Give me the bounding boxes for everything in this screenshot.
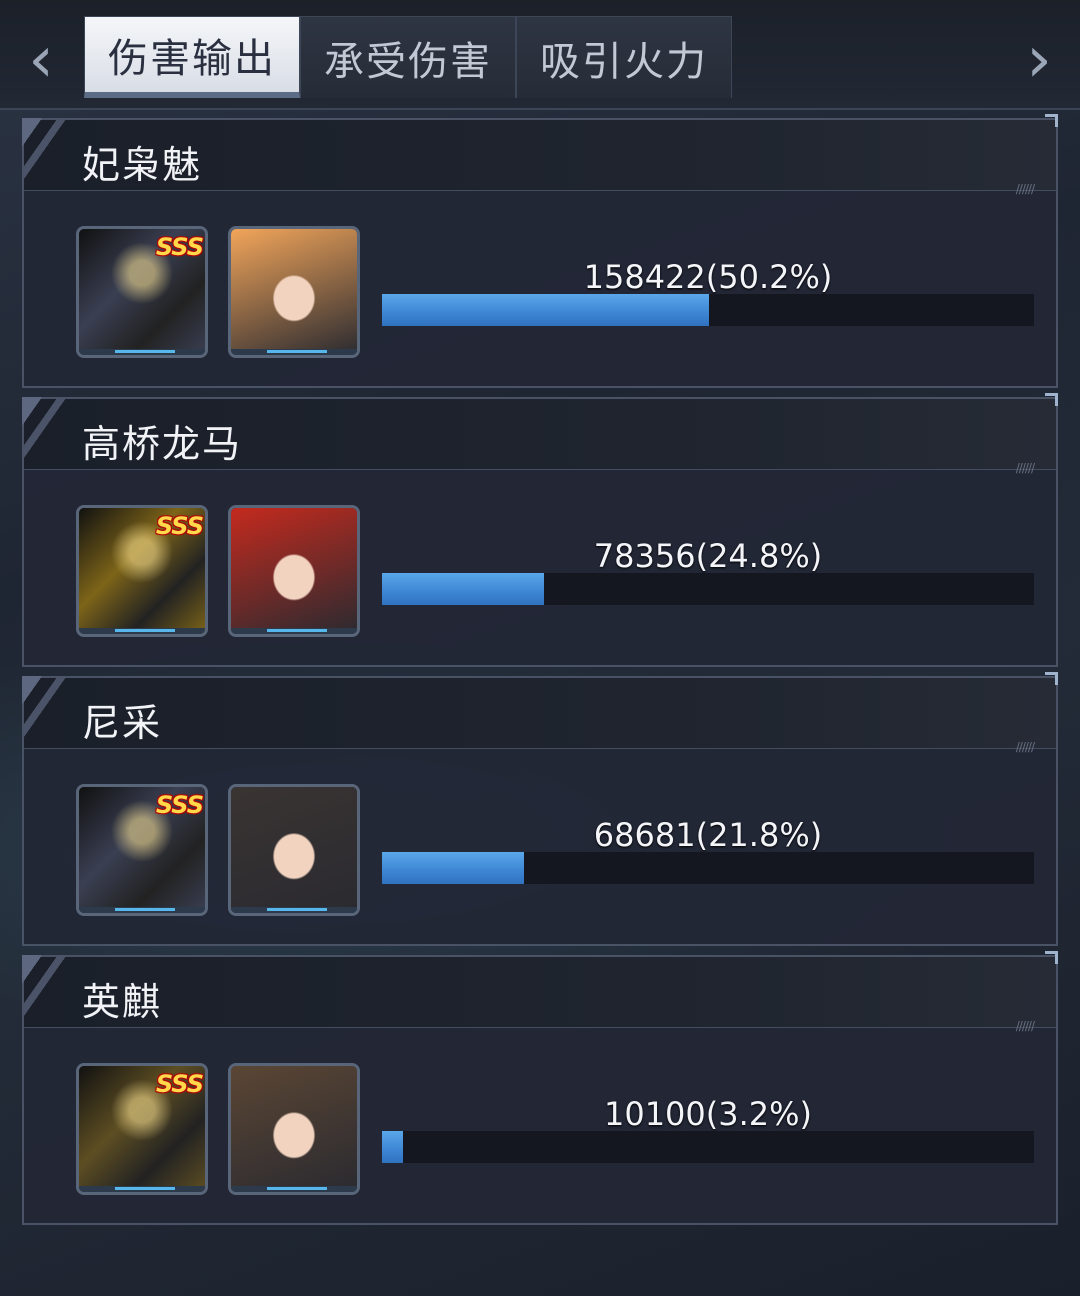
damage-bar-fill xyxy=(382,573,544,605)
pilot-portrait xyxy=(231,508,357,634)
damage-value: 68681(21.8%) xyxy=(593,816,823,854)
damage-bar xyxy=(382,573,1034,605)
damage-bar xyxy=(382,1131,1034,1163)
pilot-portrait xyxy=(231,787,357,913)
chevron-right-icon[interactable]: › xyxy=(1014,22,1064,98)
decorative-stripes: ////// xyxy=(1015,182,1035,196)
mech-card[interactable]: SSS xyxy=(76,784,208,916)
tab-list: 伤害输出 承受伤害 吸引火力 xyxy=(84,16,732,100)
rank-badge: SSS xyxy=(155,791,204,819)
tab-bar: ‹ 伤害输出 承受伤害 吸引火力 › xyxy=(0,0,1080,110)
player-name: 高桥龙马 xyxy=(82,422,243,466)
card-underline xyxy=(231,628,357,634)
player-name: 妃枭魅 xyxy=(82,143,203,187)
mech-card[interactable]: SSS xyxy=(76,505,208,637)
damage-bar xyxy=(382,852,1034,884)
pilot-card[interactable] xyxy=(228,784,360,916)
rank-badge: SSS xyxy=(155,512,204,540)
pilot-portrait xyxy=(231,1066,357,1192)
rank-badge: SSS xyxy=(155,233,204,261)
mech-card[interactable]: SSS xyxy=(76,1063,208,1195)
mech-card[interactable]: SSS xyxy=(76,226,208,358)
panel-header: 尼采 ////// xyxy=(22,676,1056,754)
player-name: 尼采 xyxy=(82,701,163,745)
rank-badge: SSS xyxy=(155,1070,204,1098)
decorative-stripes: ////// xyxy=(1015,461,1035,475)
card-underline xyxy=(79,349,205,355)
card-underline xyxy=(231,349,357,355)
pilot-portrait xyxy=(231,229,357,355)
player-panel: 英麒 ////// SSS 10100(3.2%) xyxy=(22,951,1058,1225)
player-panel: 高桥龙马 ////// SSS 78356(24.8%) xyxy=(22,393,1058,667)
card-underline xyxy=(231,907,357,913)
panel-header: 高桥龙马 ////// xyxy=(22,397,1056,475)
corner-accent xyxy=(1045,672,1058,685)
player-panel: 妃枭魅 ////// SSS 158422(50.2%) xyxy=(22,114,1058,388)
corner-accent xyxy=(1045,393,1058,406)
decorative-stripes: ////// xyxy=(1015,1019,1035,1033)
panel-header: 妃枭魅 ////// xyxy=(22,118,1056,196)
player-name: 英麒 xyxy=(82,980,163,1024)
damage-value: 158422(50.2%) xyxy=(583,258,833,296)
card-underline xyxy=(79,628,205,634)
tab-damage-taken[interactable]: 承受伤害 xyxy=(300,16,516,98)
damage-bar xyxy=(382,294,1034,326)
damage-bar-fill xyxy=(382,294,710,326)
pilot-card[interactable] xyxy=(228,1063,360,1195)
tab-draw-fire[interactable]: 吸引火力 xyxy=(516,16,732,98)
pilot-card[interactable] xyxy=(228,226,360,358)
card-underline xyxy=(79,907,205,913)
corner-accent xyxy=(1045,114,1058,127)
pilot-card[interactable] xyxy=(228,505,360,637)
damage-bar-fill xyxy=(382,852,525,884)
damage-value: 78356(24.8%) xyxy=(593,537,823,575)
card-underline xyxy=(231,1186,357,1192)
chevron-left-icon[interactable]: ‹ xyxy=(16,22,66,98)
card-underline xyxy=(79,1186,205,1192)
tab-damage-output[interactable]: 伤害输出 xyxy=(84,16,300,98)
corner-accent xyxy=(1045,951,1058,964)
damage-value: 10100(3.2%) xyxy=(603,1095,813,1133)
player-panel: 尼采 ////// SSS 68681(21.8%) xyxy=(22,672,1058,946)
damage-bar-fill xyxy=(382,1131,403,1163)
decorative-stripes: ////// xyxy=(1015,740,1035,754)
panel-header: 英麒 ////// xyxy=(22,955,1056,1033)
